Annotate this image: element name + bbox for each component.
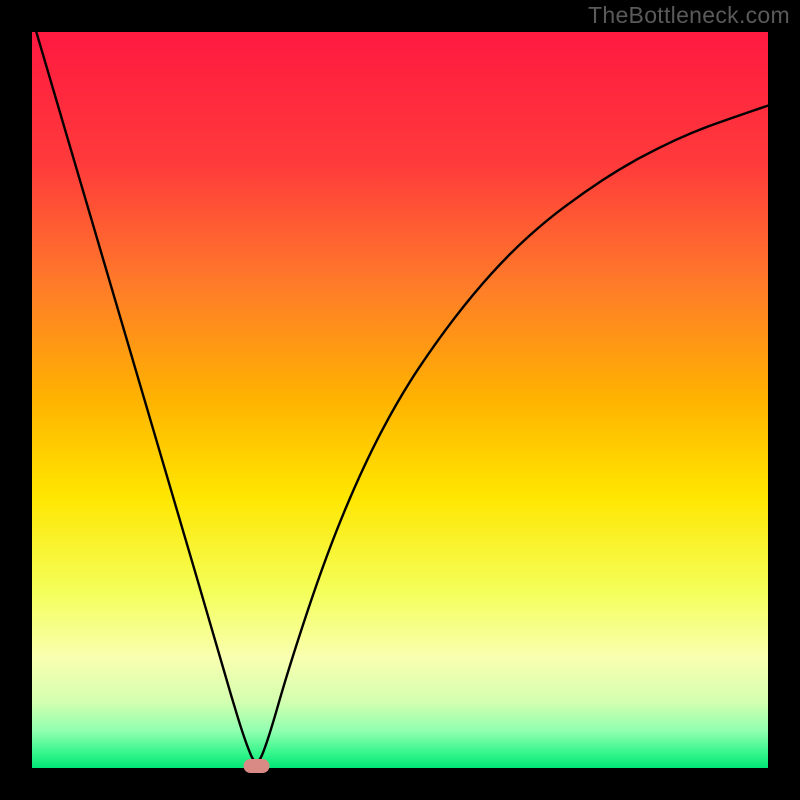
chart-frame: TheBottleneck.com xyxy=(0,0,800,800)
chart-svg xyxy=(0,0,800,800)
optimal-point-marker xyxy=(244,759,270,773)
watermark-text: TheBottleneck.com xyxy=(588,2,790,29)
